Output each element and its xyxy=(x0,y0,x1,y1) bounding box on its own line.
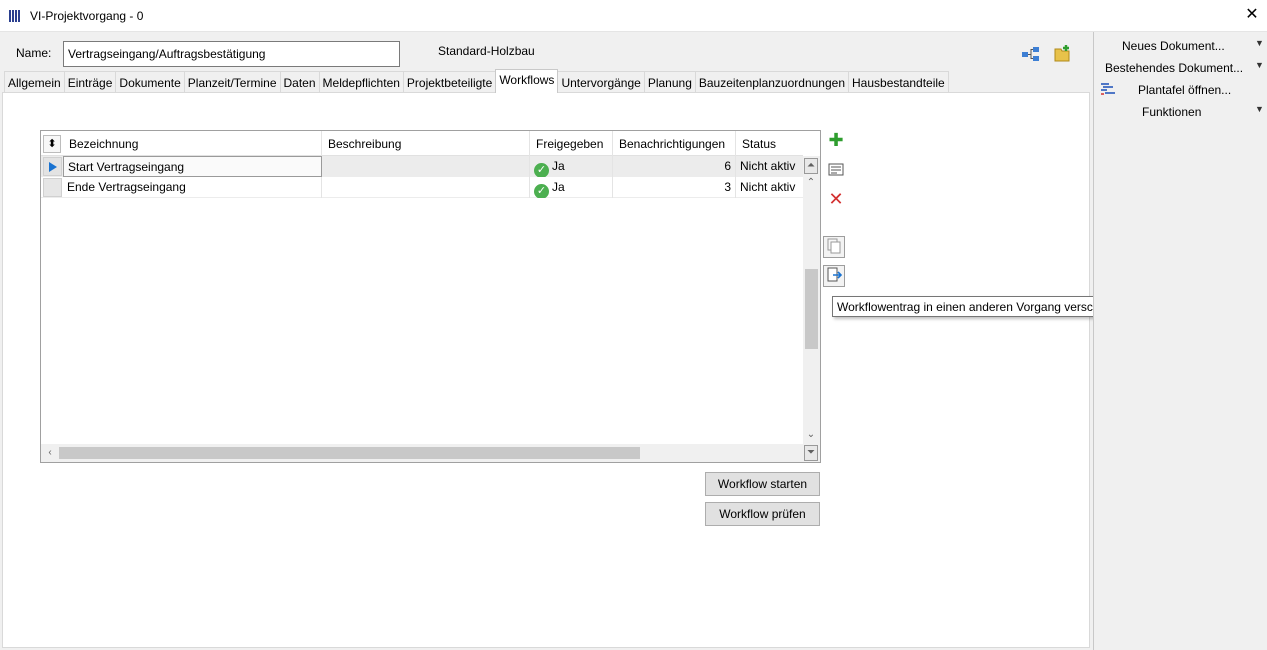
horizontal-scrollbar[interactable]: ‹ xyxy=(41,444,803,462)
edit-icon[interactable] xyxy=(825,160,847,182)
scroll-left-icon[interactable]: ‹ xyxy=(43,446,57,460)
delete-icon[interactable]: ✕ xyxy=(825,189,847,211)
right-action-panel: Neues Dokument... ▼ Bestehendes Dokument… xyxy=(1093,32,1267,650)
open-plantafel-item[interactable]: Plantafel öffnen... xyxy=(1094,80,1267,100)
column-header-benachrichtigungen[interactable]: Benachrichtigungen xyxy=(613,131,736,156)
open-plantafel-label: Plantafel öffnen... xyxy=(1138,83,1232,97)
check-icon: ✓ xyxy=(534,184,549,198)
scroll-to-bottom-icon[interactable]: ⏷ xyxy=(804,445,818,461)
existing-document-label: Bestehendes Dokument... xyxy=(1105,61,1244,75)
tab-meldepflichten[interactable]: Meldepflichten xyxy=(318,71,404,93)
move-icon[interactable] xyxy=(823,265,845,287)
cell-beschreibung[interactable] xyxy=(322,177,530,198)
tab-daten[interactable]: Daten xyxy=(279,71,320,93)
copy-icon[interactable] xyxy=(823,236,845,258)
vertical-scroll-thumb[interactable] xyxy=(805,269,818,349)
cell-freigegeben[interactable]: ✓ Ja xyxy=(530,177,613,198)
table-row[interactable]: Ende Vertragseingang ✓ Ja 3 Nicht aktiv xyxy=(41,177,803,198)
horizontal-scroll-thumb[interactable] xyxy=(59,447,640,459)
column-header-status[interactable]: Status xyxy=(736,131,803,156)
column-header-freigegeben[interactable]: Freigegeben xyxy=(530,131,613,156)
name-input[interactable] xyxy=(63,41,400,67)
tab-planzeit-termine[interactable]: Planzeit/Termine xyxy=(183,71,281,93)
app-icon xyxy=(9,10,25,22)
freigegeben-value: Ja xyxy=(552,180,565,194)
check-icon: ✓ xyxy=(534,163,549,177)
close-icon[interactable]: ✕ xyxy=(1243,6,1261,24)
grid-header: ⬍ Bezeichnung Beschreibung Freigegeben B… xyxy=(41,131,803,156)
window-title: VI-Projektvorgang - 0 xyxy=(30,9,144,23)
column-header-beschreibung[interactable]: Beschreibung xyxy=(322,131,530,156)
chevron-down-icon: ▼ xyxy=(1255,60,1264,70)
workflow-check-button[interactable]: Workflow prüfen xyxy=(705,502,820,526)
folder-add-icon[interactable] xyxy=(1053,44,1073,64)
tab-projektbeteiligte[interactable]: Projektbeteiligte xyxy=(402,71,497,93)
freigegeben-value: Ja xyxy=(552,159,565,173)
cell-bezeichnung[interactable]: Start Vertragseingang xyxy=(63,156,322,177)
tab-bauzeitenplanzuordnungen[interactable]: Bauzeitenplanzuordnungen xyxy=(694,71,849,93)
tab-hausbestandteile[interactable]: Hausbestandteile xyxy=(848,71,949,93)
row-selector[interactable] xyxy=(43,178,62,197)
scroll-up-icon[interactable]: ⌃ xyxy=(804,176,818,190)
tooltip: Workflowentrag in einen anderen Vorgang … xyxy=(832,296,1134,317)
cell-status[interactable]: Nicht aktiv xyxy=(736,177,803,198)
tab-workflows[interactable]: Workflows xyxy=(495,69,559,93)
new-document-menu[interactable]: Neues Dokument... ▼ xyxy=(1094,36,1267,56)
chevron-down-icon: ▼ xyxy=(1255,38,1264,48)
title-bar: VI-Projektvorgang - 0 ✕ xyxy=(0,0,1267,32)
cell-bezeichnung[interactable]: Ende Vertragseingang xyxy=(63,177,322,198)
chevron-down-icon: ▼ xyxy=(1255,104,1264,114)
scroll-down-icon[interactable]: ⌄ xyxy=(804,428,818,442)
workflow-grid[interactable]: ⬍ Bezeichnung Beschreibung Freigegeben B… xyxy=(40,130,821,463)
add-icon[interactable]: ✚ xyxy=(825,130,847,152)
cell-benachrichtigungen[interactable]: 3 xyxy=(613,177,736,198)
existing-document-menu[interactable]: Bestehendes Dokument... ▼ xyxy=(1094,58,1267,78)
functions-menu[interactable]: Funktionen ▼ xyxy=(1094,102,1267,122)
tab-allgemein[interactable]: Allgemein xyxy=(4,71,65,93)
tab-eintraege[interactable]: Einträge xyxy=(63,71,117,93)
workflow-start-button[interactable]: Workflow starten xyxy=(705,472,820,496)
vertical-scrollbar[interactable]: ⏶ ⌃ ⌄ ⏷ xyxy=(803,156,820,462)
table-row[interactable]: Start Vertragseingang ✓ Ja 6 Nicht aktiv xyxy=(41,156,803,177)
plantafel-icon xyxy=(1100,82,1116,99)
cell-status[interactable]: Nicht aktiv xyxy=(736,156,803,177)
cell-beschreibung[interactable] xyxy=(322,156,530,177)
tab-dokumente[interactable]: Dokumente xyxy=(115,71,185,93)
category-label: Standard-Holzbau xyxy=(438,44,535,58)
tab-untervorgaenge[interactable]: Untervorgänge xyxy=(557,71,645,93)
functions-label: Funktionen xyxy=(1142,105,1202,119)
sort-toggle-icon[interactable]: ⬍ xyxy=(43,135,61,153)
hierarchy-icon[interactable] xyxy=(1021,44,1041,64)
column-header-bezeichnung[interactable]: Bezeichnung xyxy=(63,131,322,156)
scroll-to-top-icon[interactable]: ⏶ xyxy=(804,158,818,174)
cell-benachrichtigungen[interactable]: 6 xyxy=(613,156,736,177)
tab-bar: Allgemein Einträge Dokumente Planzeit/Te… xyxy=(4,69,949,93)
tab-planung[interactable]: Planung xyxy=(643,71,696,93)
cell-freigegeben[interactable]: ✓ Ja xyxy=(530,156,613,177)
new-document-label: Neues Dokument... xyxy=(1122,39,1225,53)
name-label: Name: xyxy=(16,46,52,60)
row-indicator-icon xyxy=(43,157,62,176)
